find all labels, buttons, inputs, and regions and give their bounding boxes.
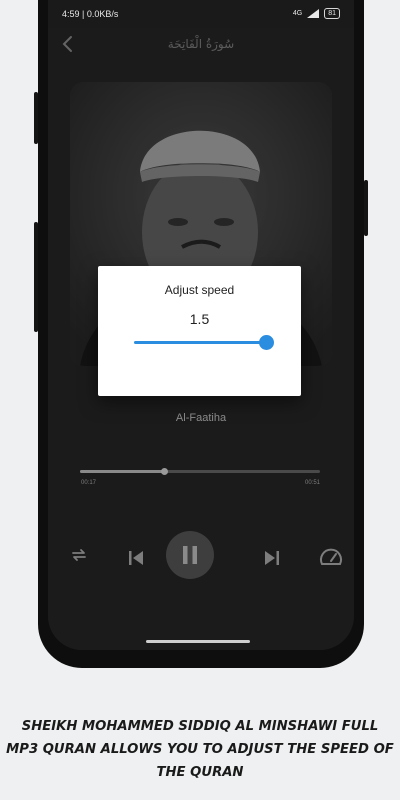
- total-time: 00:51: [304, 480, 320, 486]
- progress-thumb[interactable]: [161, 468, 168, 475]
- battery-icon: 81: [324, 8, 340, 19]
- progress-bar[interactable]: [80, 468, 320, 475]
- status-time: 4:59 | 0.0KB/s: [62, 9, 119, 19]
- speed-value: 1.5: [189, 311, 210, 327]
- side-button-right: [364, 180, 368, 236]
- signal-icon: [307, 9, 320, 18]
- pause-button[interactable]: [166, 531, 214, 579]
- side-button-left: [34, 92, 38, 144]
- speedometer-icon[interactable]: [319, 546, 343, 568]
- skip-previous-icon[interactable]: [126, 548, 146, 568]
- pause-icon: [183, 546, 197, 564]
- progress-fill: [80, 470, 164, 473]
- repeat-icon[interactable]: [70, 546, 88, 564]
- dialog-title: Adjust speed: [164, 283, 235, 297]
- signal-label: 4G: [292, 10, 303, 17]
- caption-line: MP3 QURAN ALLOWS YOU TO ADJUST THE SPEED…: [6, 742, 394, 757]
- home-indicator[interactable]: [146, 640, 250, 643]
- adjust-speed-dialog: Adjust speed 1.5: [98, 266, 301, 396]
- elapsed-time: 00:17: [81, 480, 97, 486]
- skip-next-icon[interactable]: [262, 548, 282, 568]
- status-bar: 4:59 | 0.0KB/s 4G 81: [48, 0, 354, 28]
- speed-slider[interactable]: [134, 335, 274, 350]
- caption-line: SHEIKH MOHAMMED SIDDIQ AL MINSHAWI FULL: [21, 719, 379, 734]
- status-icons: 4G 81: [293, 8, 340, 19]
- promo-caption: SHEIKH MOHAMMED SIDDIQ AL MINSHAWI FULL …: [0, 715, 400, 784]
- speed-slider-thumb[interactable]: [259, 335, 274, 350]
- caption-line: THE QURAN: [156, 765, 244, 780]
- track-name: Al-Faatiha: [175, 412, 227, 424]
- side-button-left-lower: [34, 222, 38, 332]
